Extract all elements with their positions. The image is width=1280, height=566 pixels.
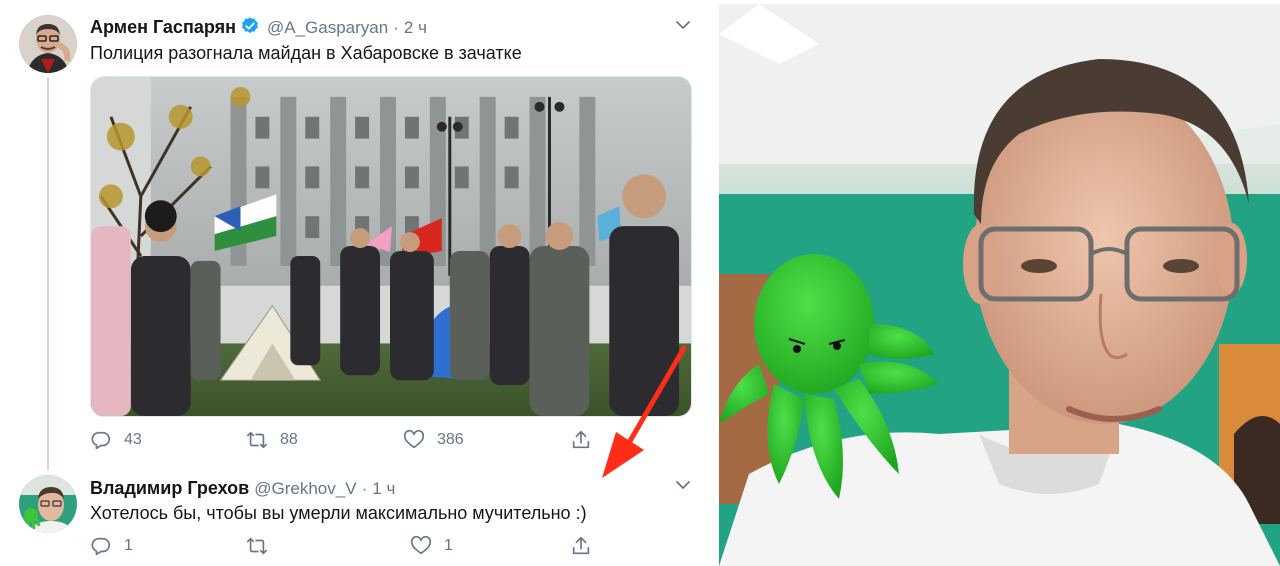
share-button[interactable] — [570, 428, 592, 452]
retweet-icon — [246, 429, 268, 451]
red-arrow-annotation — [594, 340, 694, 480]
tweet-text: Хотелось бы, чтобы вы умерли максимально… — [90, 503, 587, 523]
reply-button[interactable]: 43 — [90, 428, 142, 452]
reply-icon — [90, 535, 112, 557]
separator-dot: · — [361, 479, 368, 498]
tweet-timestamp[interactable]: 1 ч — [372, 479, 395, 498]
reply-count: 43 — [124, 431, 142, 448]
author-handle[interactable]: @Grekhov_V — [254, 479, 356, 498]
author-name[interactable]: Владимир Грехов — [90, 478, 249, 498]
like-button[interactable]: 1 — [410, 534, 453, 558]
like-count: 1 — [444, 537, 453, 554]
retweet-button[interactable] — [246, 534, 268, 558]
chevron-down-icon[interactable] — [674, 16, 692, 34]
retweet-button[interactable]: 88 — [246, 428, 298, 452]
selfie-photo — [719, 4, 1280, 566]
heart-icon — [403, 429, 425, 451]
tweet-header: Владимир Грехов @Grekhov_V · 1 ч — [90, 477, 395, 500]
like-button[interactable]: 386 — [403, 428, 464, 452]
thread-connector-line — [47, 78, 49, 470]
like-count: 386 — [437, 431, 464, 448]
separator-dot: · — [393, 18, 399, 37]
verified-badge-icon — [240, 16, 260, 36]
tweet-thread: Армен Гаспарян @A_Gasparyan · 2 ч Полици… — [0, 0, 712, 566]
retweet-count: 88 — [280, 431, 298, 448]
author-handle[interactable]: @A_Gasparyan — [267, 18, 388, 37]
avatar[interactable] — [19, 475, 77, 533]
reply-button[interactable]: 1 — [90, 534, 133, 558]
share-icon — [570, 429, 592, 451]
tweet-actions: 1 1 — [90, 534, 610, 558]
reply-count: 1 — [124, 537, 133, 554]
share-button[interactable] — [570, 534, 592, 558]
tweet-timestamp[interactable]: 2 ч — [404, 18, 427, 37]
reply-icon — [90, 429, 112, 451]
share-icon — [570, 535, 592, 557]
heart-icon — [410, 535, 432, 557]
retweet-icon — [246, 535, 268, 557]
avatar[interactable] — [19, 15, 77, 73]
tweet-text: Полиция разогнала майдан в Хабаровске в … — [90, 43, 522, 63]
tweet-header: Армен Гаспарян @A_Gasparyan · 2 ч — [90, 16, 427, 39]
tweet-actions: 43 88 386 — [90, 428, 610, 452]
author-name[interactable]: Армен Гаспарян — [90, 17, 236, 37]
